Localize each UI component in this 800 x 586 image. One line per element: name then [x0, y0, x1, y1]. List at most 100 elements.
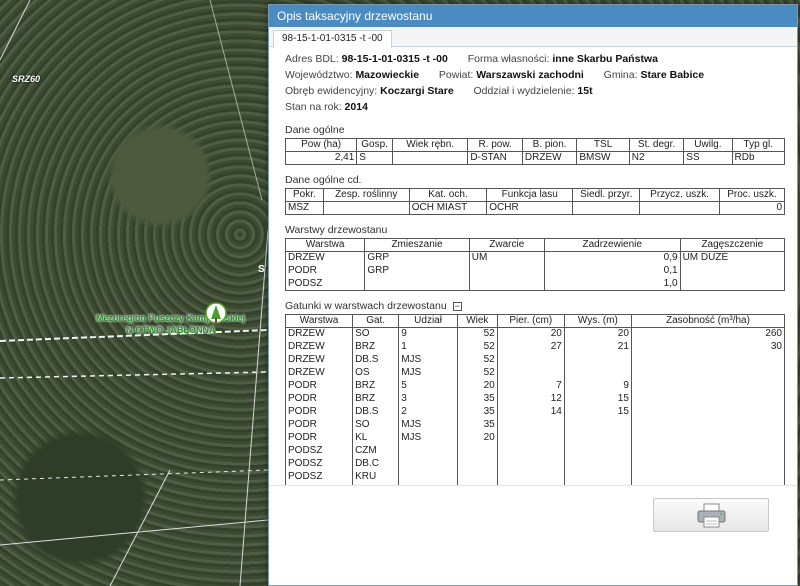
table-row[interactable]: DRZEW GRP UM 0,9 UM DUŻE — [284, 251, 786, 265]
column-header[interactable]: R. pow. — [467, 138, 523, 152]
table-cell: DB.C — [352, 457, 400, 471]
column-header[interactable]: Przycz. uszk. — [639, 188, 720, 202]
table-cell: 21 — [563, 340, 632, 354]
column-header[interactable]: Zmieszanie — [364, 238, 470, 252]
table-cell: MJS — [398, 431, 458, 445]
table-cell: CZM — [352, 444, 400, 458]
column-header[interactable]: TSL — [576, 138, 630, 152]
forma-value: inne Skarbu Państwa — [552, 53, 658, 65]
column-header[interactable]: B. pion. — [521, 138, 578, 152]
stan-label: Stan na rok: — [285, 101, 342, 113]
table-row[interactable]: DRZEW BRZ 1 52 27 21 30 — [284, 340, 786, 354]
table-cell — [496, 353, 565, 367]
table-row[interactable]: PODSZ KRU — [284, 470, 786, 484]
table-row[interactable]: DRZEW SO 9 52 20 20 260 — [284, 327, 786, 341]
table-cell: KRU — [352, 470, 400, 484]
table-cell: 9 — [563, 379, 632, 393]
table-cell: 0,1 — [543, 264, 681, 278]
column-header[interactable]: Gat. — [352, 314, 400, 328]
table-row[interactable]: PODSZ 1,0 — [284, 277, 786, 291]
table-row[interactable]: PODR KL MJS 20 — [284, 431, 786, 445]
forest-district-pin-icon[interactable] — [205, 302, 227, 326]
table-cell — [630, 444, 786, 458]
table-cell — [630, 418, 786, 432]
table-row[interactable]: DRZEW DB.S MJS 52 — [284, 353, 786, 367]
table-row[interactable]: MSZ OCH MIAST OCHR 0 — [285, 201, 786, 215]
table-cell — [468, 264, 545, 278]
species-table: Warstwa Gat. Udział Wiek Pier. (cm) Wys.… — [284, 314, 786, 487]
column-header[interactable]: Zadrzewienie — [543, 238, 681, 252]
window-footer — [269, 485, 797, 585]
column-header[interactable]: Kat. och. — [408, 188, 488, 202]
table-cell: PODR — [284, 264, 366, 278]
table-cell: 9 — [398, 327, 458, 341]
column-header[interactable]: Zasobność (m³/ha) — [630, 314, 786, 328]
layers-header: Warstwa Zmieszanie Zwarcie Zadrzewienie … — [284, 238, 786, 252]
column-header[interactable]: Funkcja lasu — [486, 188, 574, 202]
table-cell — [496, 457, 565, 471]
table-cell — [364, 277, 470, 291]
column-header[interactable]: Pokr. — [285, 188, 324, 202]
collapse-toggle-icon[interactable]: − — [452, 301, 462, 311]
table-cell: BRZ — [352, 340, 400, 354]
column-header[interactable]: Zesp. roślinny — [322, 188, 410, 202]
table-cell — [563, 418, 632, 432]
poi-label-line2[interactable]: N-CTWO JABŁONNA — [126, 325, 216, 335]
parcel-label: SRZ60 — [12, 74, 41, 84]
species-title-row: Gatunki w warstwach drzewostanu − — [285, 300, 785, 312]
table-cell: 27 — [496, 340, 565, 354]
column-header[interactable]: St. degr. — [628, 138, 685, 152]
column-header[interactable]: Zwarcie — [468, 238, 545, 252]
column-header[interactable]: Pier. (cm) — [496, 314, 565, 328]
table-cell: BMŚW — [576, 151, 630, 165]
print-button[interactable] — [653, 498, 769, 532]
table-cell — [679, 277, 786, 291]
table-cell: 35 — [456, 392, 498, 406]
obreb-label: Obręb ewidencyjny: — [285, 85, 378, 97]
column-header[interactable]: Siedl. przyr. — [572, 188, 641, 202]
table-row[interactable]: PODR DB.S 2 35 14 15 — [284, 405, 786, 419]
table-cell — [563, 444, 632, 458]
column-header[interactable]: Gosp. — [356, 138, 393, 152]
table-cell: 30 — [630, 340, 786, 354]
table-cell: 3 — [398, 392, 458, 406]
printer-icon — [697, 503, 726, 528]
table-row[interactable]: PODSZ CZM — [284, 444, 786, 458]
general-data-header: Pow (ha) Gosp. Wiek rębn. R. pow. B. pio… — [284, 138, 786, 152]
column-header[interactable]: Proc. uszk. — [718, 188, 786, 202]
column-header[interactable]: Warstwa — [284, 314, 354, 328]
column-header[interactable]: Uwilg. — [683, 138, 733, 152]
column-header[interactable]: Wys. (m) — [563, 314, 632, 328]
table-cell — [391, 151, 469, 165]
tab-stand-address[interactable]: 98-15-1-01-0315 -t -00 — [273, 30, 392, 48]
column-header[interactable]: Typ gl. — [731, 138, 786, 152]
table-cell: 0 — [718, 201, 786, 215]
table-cell: DRZEW — [284, 340, 354, 354]
column-header[interactable]: Udział — [398, 314, 458, 328]
table-cell: 52 — [456, 353, 498, 367]
table-row[interactable]: PODR SO MJS 35 — [284, 418, 786, 432]
table-cell: GRP — [364, 251, 470, 265]
powiat-value: Warszawski zachodni — [476, 69, 584, 81]
table-cell — [398, 457, 458, 471]
table-cell: 35 — [456, 405, 498, 419]
stan-value: 2014 — [344, 101, 368, 113]
table-row[interactable]: PODSZ DB.C — [284, 457, 786, 471]
table-row[interactable]: PODR GRP 0,1 — [284, 264, 786, 278]
table-cell — [630, 366, 786, 380]
window-title[interactable]: Opis taksacyjny drzewostanu — [269, 5, 797, 27]
table-cell: OCH MIAST — [408, 201, 488, 215]
table-row[interactable]: DRZEW OS MJS 52 — [284, 366, 786, 380]
general-data-table: Pow (ha) Gosp. Wiek rębn. R. pow. B. pio… — [284, 138, 786, 165]
table-row[interactable]: PODR BRZ 3 35 12 15 — [284, 392, 786, 406]
column-header[interactable]: Wiek rębn. — [391, 138, 469, 152]
column-header[interactable]: Warstwa — [284, 238, 366, 252]
table-cell — [398, 444, 458, 458]
column-header[interactable]: Pow (ha) — [284, 138, 358, 152]
column-header[interactable]: Wiek — [456, 314, 498, 328]
gmina-value: Stare Babice — [640, 69, 705, 81]
table-cell: 14 — [496, 405, 565, 419]
table-row[interactable]: PODR BRZ 5 20 7 9 — [284, 379, 786, 393]
column-header[interactable]: Zagęszczenie — [679, 238, 786, 252]
table-row[interactable]: 2,41 S D-STAN DRZEW BMŚW N2 SŚ RDb — [284, 151, 786, 165]
